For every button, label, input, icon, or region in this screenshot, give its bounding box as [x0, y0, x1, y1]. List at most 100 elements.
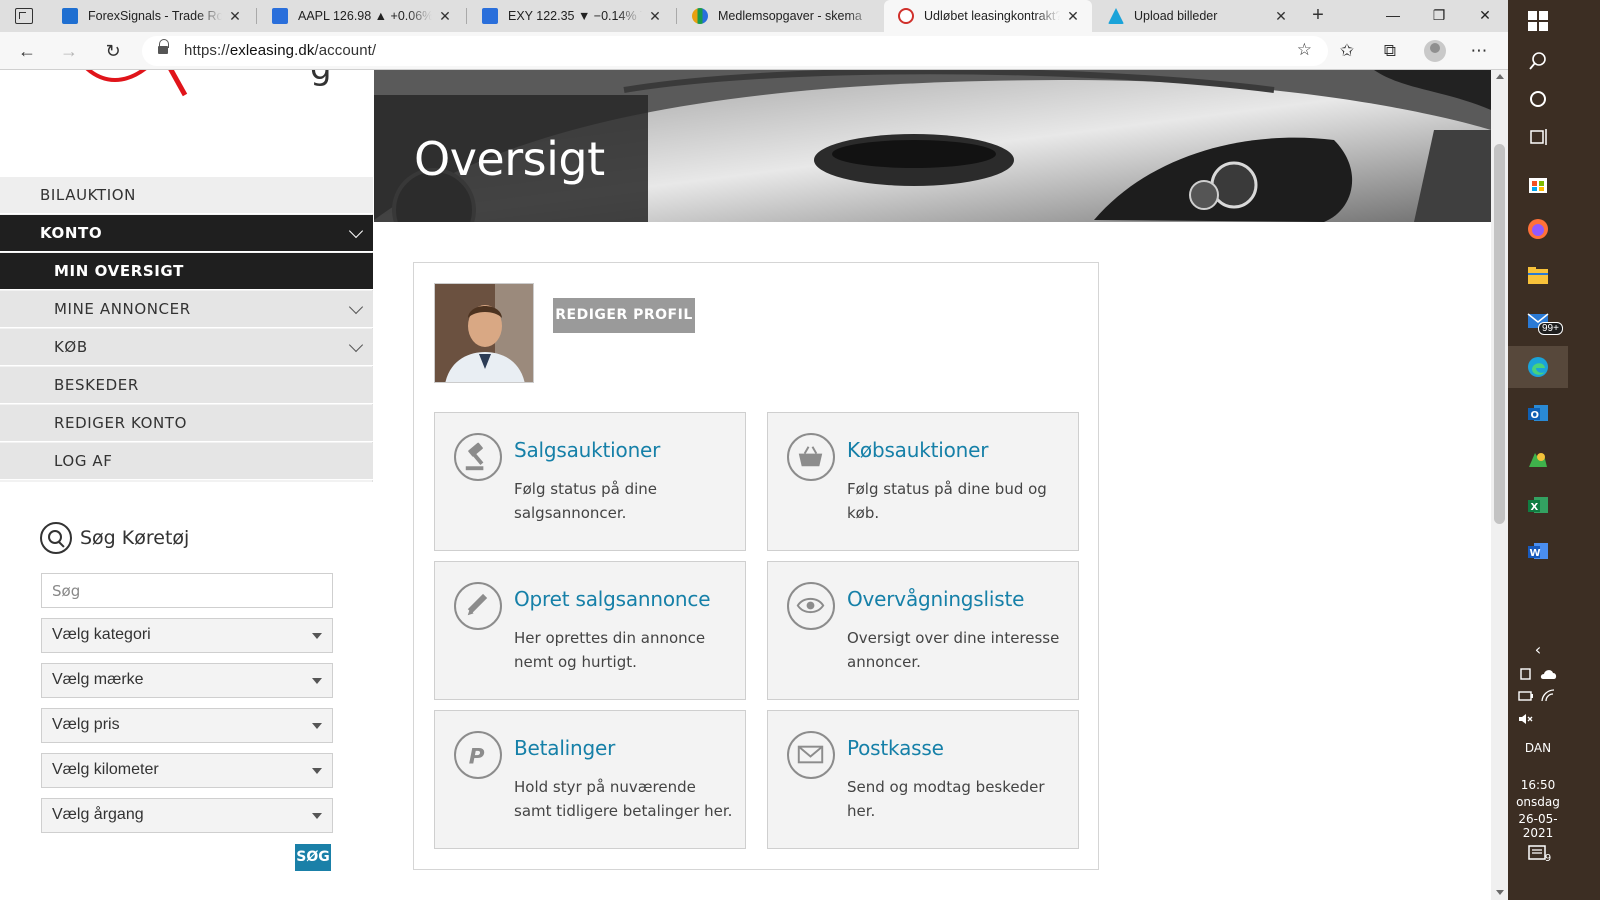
- card-title[interactable]: Opret salgsannonce: [514, 587, 710, 611]
- card-title[interactable]: Salgsauktioner: [514, 438, 660, 462]
- menu-label: KONTO: [40, 224, 103, 242]
- menu-log-af[interactable]: LOG AF: [0, 443, 373, 480]
- card-title[interactable]: Postkasse: [847, 736, 944, 760]
- select-pris[interactable]: Vælg pris: [41, 708, 333, 743]
- clock-date[interactable]: 26-05-2021: [1508, 812, 1568, 840]
- card-koebsauktioner[interactable]: Købsauktioner Følg status på dine bud og…: [767, 412, 1079, 551]
- meet-now-icon[interactable]: [1518, 666, 1534, 682]
- close-tab-icon[interactable]: ✕: [1272, 8, 1290, 25]
- back-icon[interactable]: ←: [14, 38, 40, 64]
- card-postkasse[interactable]: Postkasse Send og modtag beskeder her.: [767, 710, 1079, 849]
- card-betalinger[interactable]: P Betalinger Hold styr på nuværende samt…: [434, 710, 746, 849]
- menu-bilauktion[interactable]: BILAUKTION: [0, 177, 373, 214]
- close-tab-icon[interactable]: ✕: [1064, 8, 1082, 25]
- select-kilometer[interactable]: Vælg kilometer: [41, 753, 333, 788]
- menu-min-oversigt[interactable]: MIN OVERSIGT: [0, 253, 373, 290]
- battery-icon[interactable]: [1518, 690, 1534, 702]
- language-indicator[interactable]: DAN: [1508, 741, 1568, 755]
- chevron-down-icon[interactable]: [348, 337, 364, 353]
- select-aargang[interactable]: Vælg årgang: [41, 798, 333, 833]
- tab-forexsignals[interactable]: ForexSignals - Trade Room ✕: [48, 0, 254, 32]
- more-menu-icon[interactable]: ⋯: [1466, 38, 1492, 64]
- profile-avatar-icon[interactable]: [1424, 40, 1446, 62]
- clock-day[interactable]: onsdag: [1508, 795, 1568, 809]
- collections-icon[interactable]: ⧉: [1377, 38, 1403, 64]
- onedrive-icon[interactable]: [1540, 668, 1558, 680]
- close-window-icon[interactable]: ✕: [1462, 0, 1508, 32]
- card-opret-salgsannonce[interactable]: Opret salgsannonce Her oprettes din anno…: [434, 561, 746, 700]
- select-kategori[interactable]: Vælg kategori: [41, 618, 333, 653]
- excel-app[interactable]: X: [1508, 484, 1568, 526]
- card-title[interactable]: Købsauktioner: [847, 438, 988, 462]
- firefox-app[interactable]: [1508, 208, 1568, 250]
- tab-divider: [256, 8, 257, 24]
- forward-icon[interactable]: →: [56, 38, 82, 64]
- scroll-up-icon[interactable]: [1496, 74, 1504, 79]
- outlook-app[interactable]: O: [1508, 392, 1568, 434]
- mail-app[interactable]: 99+: [1508, 300, 1568, 342]
- card-title[interactable]: Overvågningsliste: [847, 587, 1024, 611]
- chevron-left-icon[interactable]: ‹: [1508, 640, 1568, 659]
- search-button[interactable]: SØG: [295, 844, 331, 871]
- search-text-input[interactable]: [42, 574, 332, 607]
- scrollbar-thumb[interactable]: [1494, 144, 1505, 524]
- tab-actions-icon[interactable]: [15, 8, 33, 24]
- menu-beskeder[interactable]: BESKEDER: [0, 367, 373, 404]
- start-button[interactable]: [1508, 0, 1568, 42]
- tab-medlemsopgaver[interactable]: Medlemsopgaver - skema: [678, 0, 884, 32]
- add-favorite-icon[interactable]: ☆: [1297, 40, 1312, 60]
- tab-exleasing[interactable]: Udløbet leasingkontrakt? Vi ✕: [884, 0, 1092, 32]
- taskbar-search[interactable]: [1508, 40, 1568, 82]
- refresh-icon[interactable]: ↻: [100, 38, 126, 64]
- tab-title: Upload billeder: [1134, 9, 1218, 23]
- card-salgsauktioner[interactable]: Salgsauktioner Følg status på dine salgs…: [434, 412, 746, 551]
- minimize-icon[interactable]: —: [1370, 0, 1416, 32]
- metatrader-app[interactable]: [1508, 438, 1568, 480]
- task-view-button[interactable]: [1508, 116, 1568, 158]
- svg-text:W: W: [1530, 548, 1541, 559]
- menu-koeb[interactable]: KØB: [0, 329, 373, 366]
- page-scrollbar[interactable]: [1491, 70, 1508, 900]
- explorer-app[interactable]: [1508, 254, 1568, 296]
- card-title[interactable]: Betalinger: [514, 736, 615, 760]
- edge-app[interactable]: [1508, 346, 1568, 388]
- lock-icon[interactable]: [158, 39, 169, 56]
- select-value: Vælg kilometer: [52, 761, 159, 778]
- new-tab-button[interactable]: +: [1306, 4, 1330, 28]
- outlook-icon: O: [1528, 405, 1548, 421]
- profile-photo[interactable]: [434, 283, 534, 383]
- edit-profile-button[interactable]: REDIGER PROFIL: [553, 298, 695, 333]
- url-text[interactable]: https://exleasing.dk/account/: [184, 42, 376, 59]
- cortana-button[interactable]: [1508, 78, 1568, 120]
- favorites-icon[interactable]: ✩: [1334, 38, 1360, 64]
- card-description: Hold styr på nuværende samt tidligere be…: [514, 778, 733, 820]
- menu-mine-annoncer[interactable]: MINE ANNONCER: [0, 291, 373, 328]
- search-input[interactable]: [41, 573, 333, 608]
- notifications-count: 9: [1544, 853, 1552, 864]
- word-app[interactable]: W: [1508, 530, 1568, 572]
- site-logo[interactable]: g: [0, 70, 373, 177]
- dropdown-arrow-icon: [312, 813, 322, 819]
- close-tab-icon[interactable]: ✕: [646, 8, 664, 25]
- select-maerke[interactable]: Vælg mærke: [41, 663, 333, 698]
- chevron-down-icon[interactable]: [348, 299, 364, 315]
- wifi-icon[interactable]: [1540, 688, 1556, 702]
- menu-rediger-konto[interactable]: REDIGER KONTO: [0, 405, 373, 442]
- scroll-down-icon[interactable]: [1496, 890, 1504, 895]
- paypal-icon: P: [454, 731, 502, 779]
- close-tab-icon[interactable]: ✕: [436, 8, 454, 25]
- url-field[interactable]: https://exleasing.dk/account/ ☆: [142, 36, 1328, 66]
- clock-time[interactable]: 16:50: [1508, 778, 1568, 792]
- chevron-down-icon[interactable]: [348, 223, 364, 239]
- tab-exy[interactable]: EXY 122.35 ▼ −0.14% Thun ✕: [468, 0, 674, 32]
- card-overvaagningsliste[interactable]: Overvågningsliste Oversigt over dine int…: [767, 561, 1079, 700]
- address-bar: ← → ↻ https://exleasing.dk/account/ ☆ ✩ …: [0, 32, 1508, 70]
- menu-konto[interactable]: KONTO: [0, 215, 373, 252]
- tab-upload-billeder[interactable]: Upload billeder ✕: [1094, 0, 1300, 32]
- volume-muted-icon[interactable]: [1518, 712, 1534, 726]
- restore-icon[interactable]: ❐: [1416, 0, 1462, 32]
- store-app[interactable]: [1508, 162, 1568, 204]
- upload-favicon-icon: [1108, 8, 1124, 24]
- close-tab-icon[interactable]: ✕: [226, 8, 244, 25]
- tab-aapl[interactable]: AAPL 126.98 ▲ +0.06% Swi ✕: [258, 0, 464, 32]
